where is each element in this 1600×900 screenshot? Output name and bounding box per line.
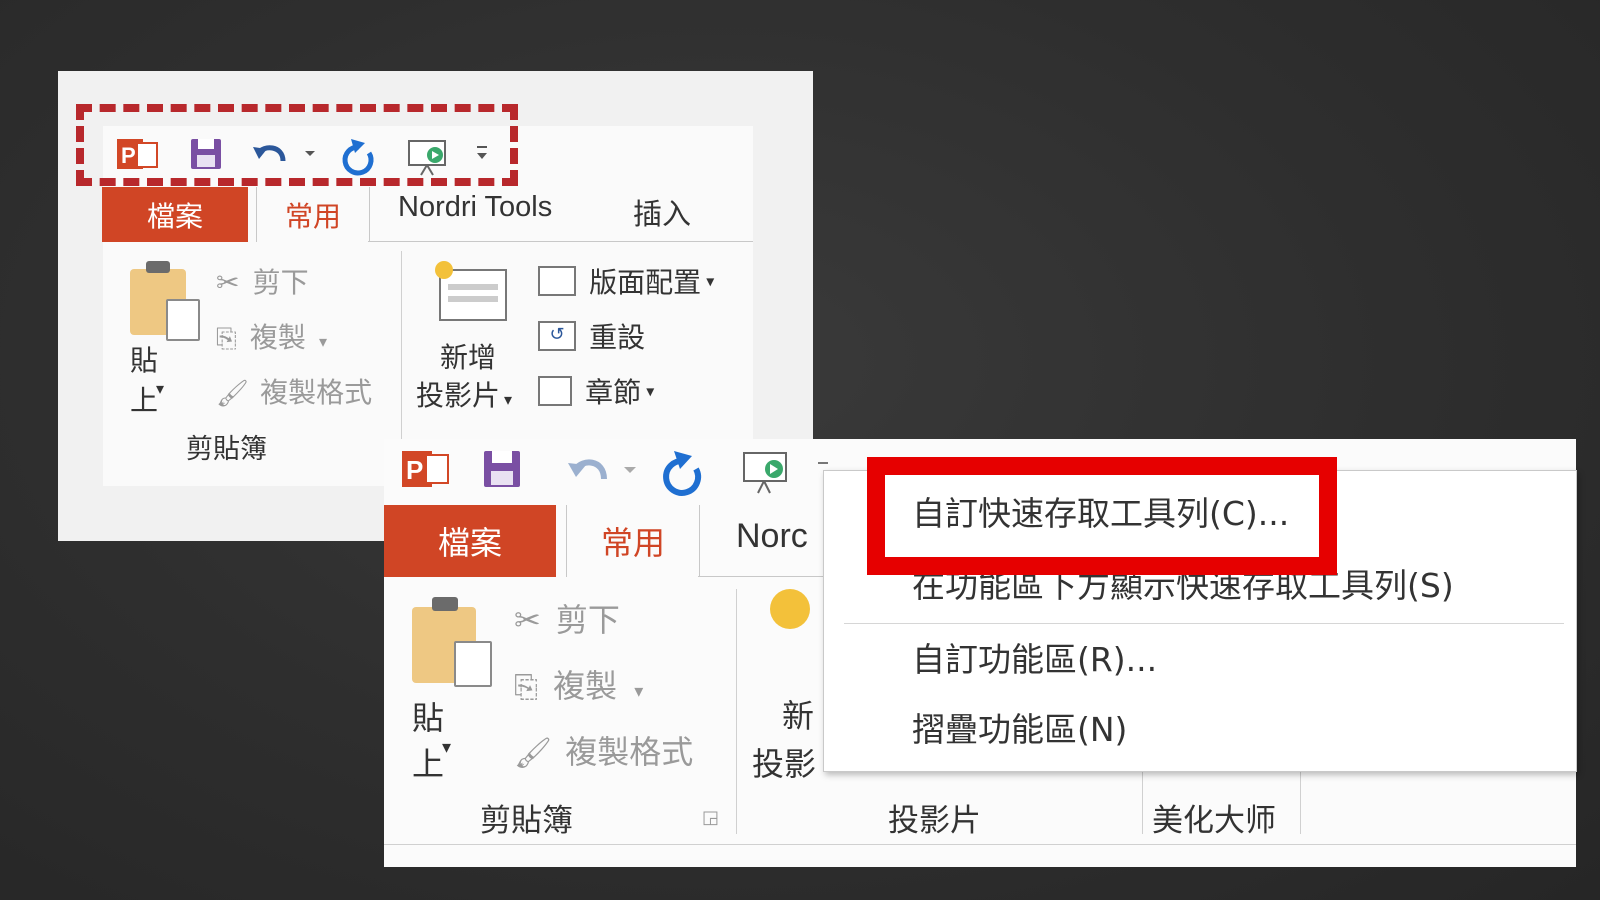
clipboard-group-label: 剪貼簿 [480, 803, 573, 839]
copy-icon: ⎘ [514, 670, 538, 705]
reset-label: 重設 [589, 321, 646, 354]
brush-icon: 🖌 [216, 379, 250, 409]
layout-button[interactable]: 版面配置 ▾ [538, 261, 714, 301]
clipboard-clip-icon [146, 261, 170, 273]
menu-separator [844, 623, 1564, 624]
group-separator [401, 251, 402, 471]
format-painter-label: 複製格式 [260, 376, 373, 409]
paste-dropdown-icon[interactable]: ▾ [156, 379, 164, 398]
quick-access-toolbar: P [398, 443, 838, 503]
new-slide-icon [770, 589, 810, 629]
svg-text:P: P [406, 455, 423, 485]
paste-label: 貼上 [130, 344, 159, 417]
layout-label: 版面配置 [589, 266, 702, 299]
copy-icon: ⎘ [216, 324, 237, 354]
tab-file[interactable]: 檔案 [102, 187, 248, 242]
presentation-icon[interactable] [743, 452, 787, 494]
clipboard-clip-icon [432, 597, 458, 611]
ribbon-bottom-border [384, 844, 1576, 845]
section-icon [538, 376, 572, 406]
brush-icon: 🖌 [514, 736, 553, 771]
scissors-icon: ✂ [514, 601, 541, 639]
new-slide-label-2: 投影片 ▾ [416, 374, 512, 414]
highlight-box [867, 457, 1337, 575]
copy-button[interactable]: ⎘ 複製 ▾ [514, 661, 734, 705]
scissors-icon: ✂ [216, 266, 240, 299]
undo-icon[interactable] [568, 459, 636, 480]
cut-button[interactable]: ✂ 剪下 [216, 261, 396, 299]
format-painter-label: 複製格式 [565, 733, 694, 771]
tab-nordri-tools[interactable]: Nordri Tools [398, 191, 552, 224]
copy-button[interactable]: ⎘ 複製 ▾ [216, 316, 396, 354]
new-slide-icon [435, 261, 507, 321]
copy-label: 複製 [249, 321, 306, 354]
copy-dropdown-icon[interactable]: ▾ [319, 332, 327, 351]
cut-button[interactable]: ✂ 剪下 [514, 595, 734, 639]
paste-dropdown-icon[interactable]: ▾ [442, 737, 451, 758]
menu-item-customize-ribbon[interactable]: 自訂功能區(R)... [912, 633, 1157, 681]
layout-dropdown-icon[interactable]: ▾ [706, 272, 714, 291]
layout-icon [538, 266, 576, 296]
qat-dashed-highlight [76, 104, 518, 186]
group-separator [736, 589, 737, 834]
format-painter-button[interactable]: 🖌 複製格式 [216, 371, 416, 409]
dialog-launcher-icon[interactable]: ◲ [702, 807, 719, 828]
format-painter-button[interactable]: 🖌 複製格式 [514, 727, 754, 771]
section-label: 章節 [585, 376, 642, 409]
slides-group-label: 投影片 [888, 803, 981, 839]
section-dropdown-icon[interactable]: ▾ [646, 382, 654, 401]
redo-icon[interactable] [663, 451, 701, 496]
new-slide-dropdown-icon[interactable]: ▾ [504, 390, 512, 409]
reset-button[interactable]: ↺ 重設 [538, 316, 645, 356]
tab-insert[interactable]: 插入 [633, 191, 691, 233]
tab-divider-line [368, 241, 753, 242]
menu-item-collapse-ribbon[interactable]: 摺疊功能區(N) [912, 703, 1127, 751]
new-slide-label-1: 新增 [440, 341, 497, 374]
page-icon [166, 299, 200, 341]
reset-icon: ↺ [538, 321, 576, 351]
cut-label: 剪下 [252, 266, 309, 299]
tab-file[interactable]: 檔案 [384, 505, 556, 577]
clipboard-group-label: 剪貼簿 [186, 434, 267, 465]
beautify-group-label: 美化大师 [1152, 803, 1276, 839]
new-slide-button[interactable]: 新增 投影片 ▾ [416, 256, 512, 412]
copy-dropdown-icon[interactable]: ▾ [634, 681, 643, 702]
page-icon [454, 641, 492, 687]
tab-home[interactable]: 常用 [566, 505, 700, 577]
new-slide-label-partial-2: 投影 [752, 745, 817, 783]
powerpoint-logo-icon[interactable]: P [402, 451, 449, 487]
new-slide-text: 投影片 [416, 379, 501, 412]
paste-label: 貼上 [412, 699, 445, 783]
new-slide-label-partial: 新 [782, 697, 815, 735]
cut-label: 剪下 [555, 601, 620, 639]
section-button[interactable]: 章節 ▾ [538, 371, 654, 411]
tab-home[interactable]: 常用 [256, 187, 370, 242]
tab-nordri-tools[interactable]: Norc [736, 517, 808, 556]
copy-label: 複製 [553, 667, 618, 705]
save-icon[interactable] [484, 451, 520, 487]
